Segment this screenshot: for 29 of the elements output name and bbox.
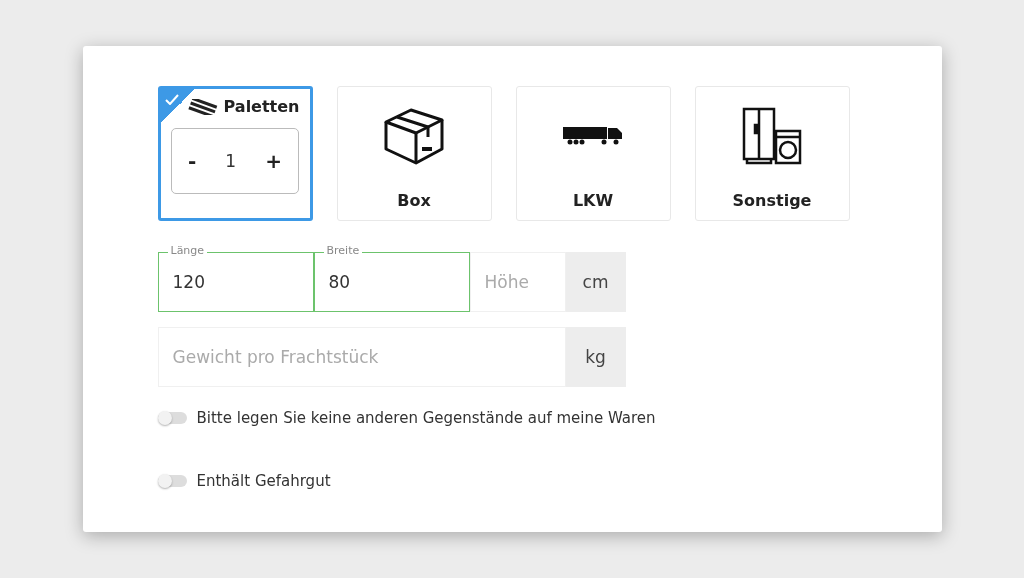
- toggle-label: Bitte legen Sie keine anderen Gegenstände auf meine Waren: [196, 409, 656, 427]
- fridge-washer-icon: [742, 107, 802, 165]
- package-type-tile[interactable]: Box: [336, 86, 492, 221]
- quantity-stepper[interactable]: - 1 +: [171, 128, 299, 194]
- field-placeholder: Höhe: [484, 272, 529, 292]
- pallet-icon: [187, 98, 218, 115]
- field-label: Länge: [167, 244, 208, 257]
- tile-label: Paletten: [223, 97, 300, 116]
- package-type-tile[interactable]: Paletten - 1 +: [157, 86, 313, 221]
- field-value: 80: [328, 272, 351, 292]
- truck-icon: [563, 127, 623, 145]
- field-placeholder: Gewicht pro Frachtstück: [172, 347, 379, 367]
- package-type-tile[interactable]: Sonstige: [694, 86, 850, 221]
- tile-label: Box: [397, 191, 431, 210]
- unit-label: kg: [565, 327, 626, 387]
- tile-label: LKW: [572, 191, 614, 210]
- tile-label: Sonstige: [732, 191, 812, 210]
- field-value: 120: [172, 272, 205, 292]
- unit-label: cm: [565, 252, 626, 312]
- decrement-button[interactable]: -: [184, 147, 201, 175]
- box-icon: [383, 106, 445, 166]
- toggle-switch[interactable]: [157, 412, 187, 424]
- field-label: Breite: [323, 244, 363, 257]
- toggle-label: Enthält Gefahrgut: [196, 472, 331, 490]
- quantity-value: 1: [225, 151, 237, 171]
- selected-corner-check-icon: [160, 89, 195, 123]
- increment-button[interactable]: +: [261, 147, 286, 175]
- package-type-tile[interactable]: LKW: [515, 86, 671, 221]
- toggle-switch[interactable]: [157, 475, 187, 487]
